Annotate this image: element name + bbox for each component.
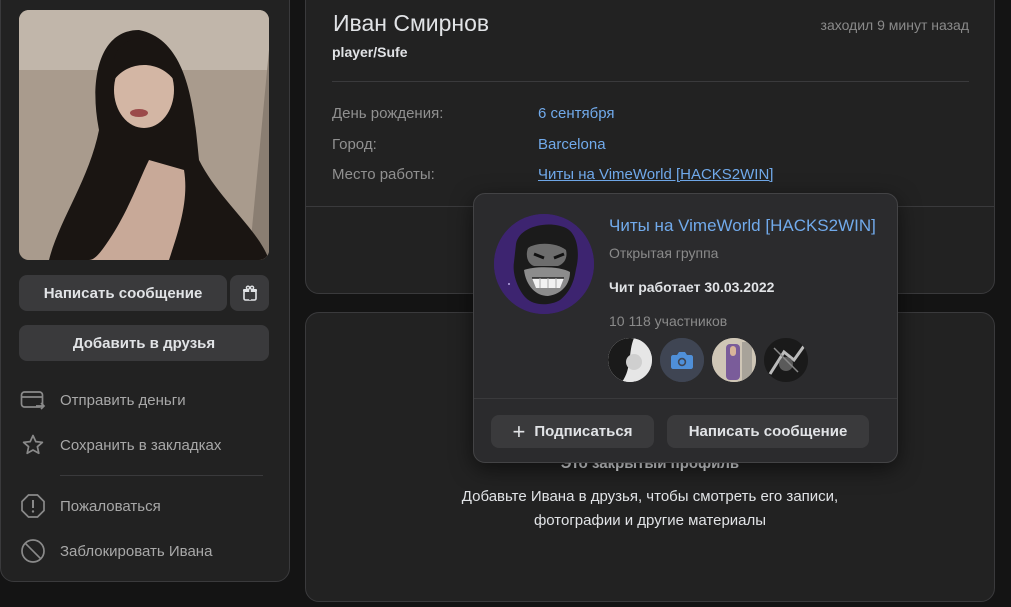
city-link[interactable]: Barcelona [538, 136, 606, 153]
city-label: Город: [332, 136, 377, 153]
last-seen: заходил 9 минут назад [820, 17, 969, 33]
gift-button[interactable] [230, 275, 269, 311]
closed-profile-text: Добавьте Ивана в друзья, чтобы смотреть … [305, 485, 995, 533]
member-avatar[interactable] [712, 338, 756, 382]
popup-divider [474, 398, 897, 399]
write-message-button[interactable]: Написать сообщение [19, 275, 227, 311]
group-preview-popup: Читы на VimeWorld [HACKS2WIN] Открытая г… [473, 193, 898, 463]
menu-bookmark-label: Сохранить в закладках [60, 436, 222, 454]
avatar-photo-image [19, 10, 269, 260]
birthday-link[interactable]: 6 сентября [538, 105, 615, 122]
profile-name: Иван Смирнов [333, 10, 490, 36]
subscribe-label: Подписаться [534, 423, 633, 440]
block-icon [19, 537, 47, 565]
menu-send-money-label: Отправить деньги [60, 391, 186, 409]
closed-profile-text-line2: фотографии и другие материалы [533, 512, 767, 529]
birthday-label: День рождения: [332, 105, 444, 122]
star-icon [19, 431, 47, 459]
info-divider [332, 81, 969, 82]
menu-report[interactable]: Пожаловаться [19, 492, 269, 520]
menu-send-money[interactable]: Отправить деньги [19, 386, 269, 414]
gift-icon [242, 285, 257, 301]
group-name-link[interactable]: Читы на VimeWorld [HACKS2WIN] [609, 216, 876, 236]
member-avatar[interactable] [608, 338, 652, 382]
member-avatar-placeholder[interactable] [660, 338, 704, 382]
menu-block-label: Заблокировать Ивана [60, 542, 213, 560]
group-write-message-button[interactable]: Написать сообщение [667, 415, 869, 448]
menu-bookmark[interactable]: Сохранить в закладках [19, 431, 269, 459]
menu-block[interactable]: Заблокировать Ивана [19, 537, 269, 565]
add-friend-button[interactable]: Добавить в друзья [19, 325, 269, 361]
group-write-message-label: Написать сообщение [688, 423, 848, 440]
member-avatar-image [764, 338, 808, 382]
group-status: Чит работает 30.03.2022 [609, 279, 775, 295]
write-message-label: Написать сообщение [43, 284, 203, 302]
profile-avatar[interactable] [19, 10, 269, 260]
subscribe-button[interactable]: + Подписаться [491, 415, 654, 448]
work-label: Место работы: [332, 166, 435, 183]
member-avatar-image [712, 338, 756, 382]
gorilla-logo-icon [494, 214, 594, 314]
member-avatar-image [608, 338, 652, 382]
work-link[interactable]: Читы на VimeWorld [HACKS2WIN] [538, 166, 773, 183]
member-avatar[interactable] [764, 338, 808, 382]
add-friend-label: Добавить в друзья [72, 334, 216, 352]
closed-profile-text-line1: Добавьте Ивана в друзья, чтобы смотреть … [461, 488, 839, 505]
money-transfer-icon [19, 386, 47, 414]
plus-icon: + [512, 418, 526, 444]
group-members-count[interactable]: 10 118 участников [609, 313, 727, 329]
profile-status: player/Sufe [332, 44, 408, 60]
report-icon [19, 492, 47, 520]
group-avatar[interactable] [494, 214, 594, 314]
menu-report-label: Пожаловаться [60, 497, 161, 515]
camera-icon [660, 338, 704, 382]
menu-divider [60, 475, 263, 476]
group-type: Открытая группа [609, 245, 719, 261]
